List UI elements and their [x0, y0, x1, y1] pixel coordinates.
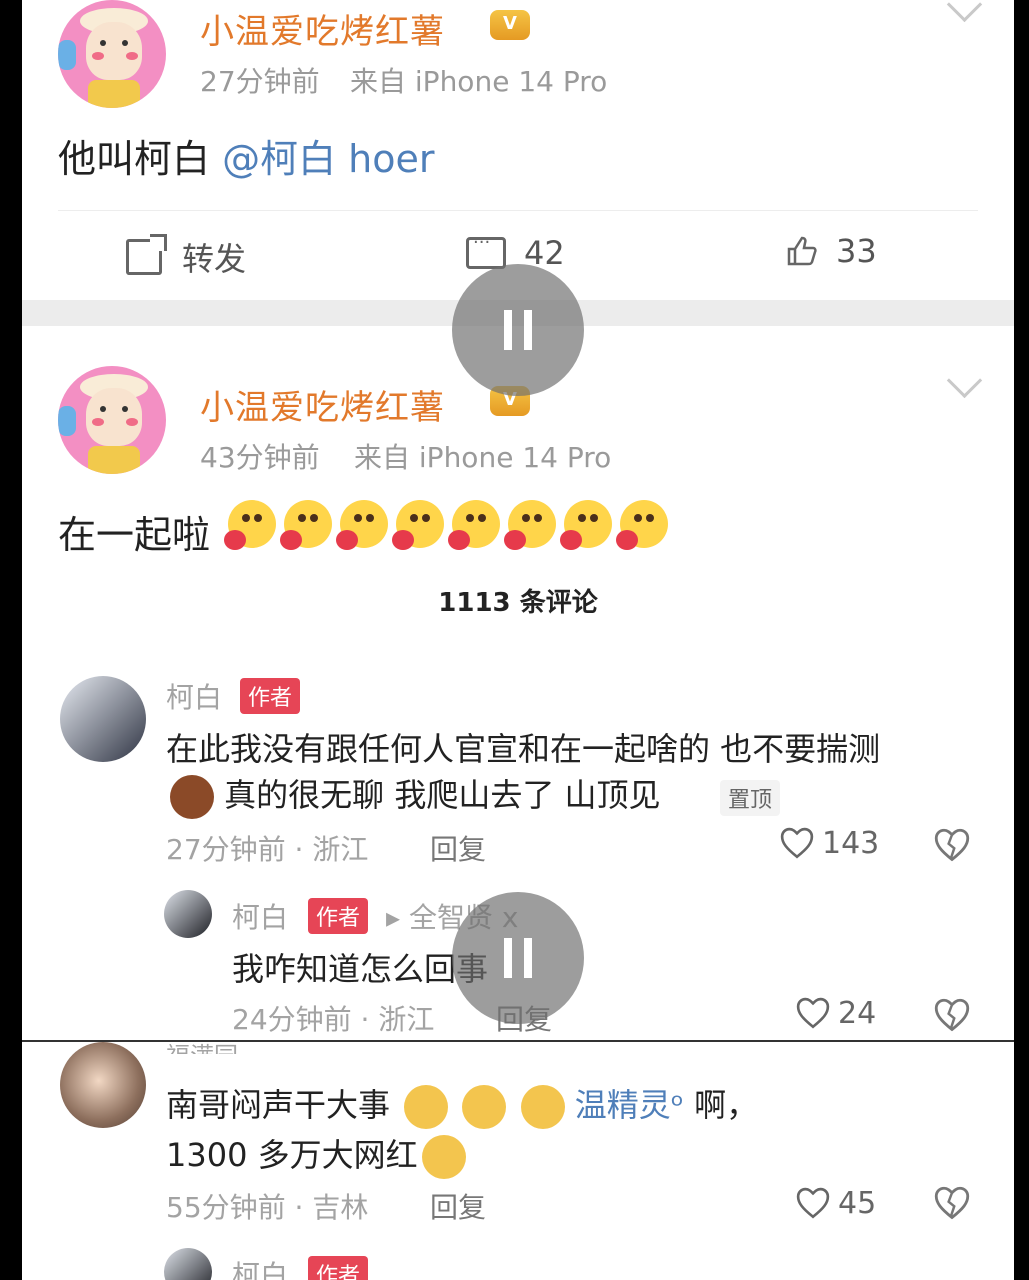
comment-count-header: 1113 条评论: [438, 588, 598, 618]
commenter-avatar[interactable]: [60, 1042, 146, 1128]
vip-crown-icon: [490, 10, 530, 40]
comment-icon: [466, 232, 506, 269]
heart-icon: [780, 827, 814, 858]
dislike-icon[interactable]: [934, 828, 970, 864]
comment-like-button[interactable]: 143: [780, 826, 879, 861]
pause-button[interactable]: [452, 892, 584, 1024]
heart-icon: [796, 997, 830, 1028]
commenter-avatar[interactable]: [60, 676, 146, 762]
divider: [58, 210, 978, 211]
post-time: 27分钟前: [200, 65, 320, 98]
reply-text: 我咋知道怎么回事: [232, 950, 489, 988]
author-badge: 作者: [308, 1256, 369, 1280]
laughing-emoji: [421, 1135, 466, 1179]
author-badge: 作者: [240, 678, 301, 714]
comment-time: 27分钟前 · 浙江: [166, 833, 369, 866]
emoji-row: [224, 500, 668, 550]
pinned-tag: 置顶: [720, 780, 781, 816]
emoji-icon: [170, 775, 214, 819]
post-time: 43分钟前: [200, 441, 320, 474]
dislike-icon[interactable]: [934, 998, 970, 1034]
comment-text-line2: 真的很无聊 我爬山去了 山顶见: [166, 770, 661, 819]
weibo-screen: 小温爱吃烤红薯 27分钟前 来自 iPhone 14 Pro 他叫柯白 @柯白 …: [22, 0, 1014, 1280]
kiss-face-emoji: [224, 500, 276, 550]
kiss-face-emoji: [336, 500, 388, 550]
kiss-face-emoji: [616, 500, 668, 550]
commenter-name[interactable]: 福满园: [166, 1036, 238, 1054]
post-source: 来自 iPhone 14 Pro: [354, 441, 612, 474]
post-username[interactable]: 小温爱吃烤红薯: [200, 380, 445, 429]
reply-avatar[interactable]: [164, 1248, 212, 1280]
kiss-face-emoji: [392, 500, 444, 550]
mention-link[interactable]: @柯白 hoer: [222, 137, 434, 181]
reply-button[interactable]: 回复: [430, 828, 486, 868]
kiss-face-emoji: [560, 500, 612, 550]
chevron-down-icon[interactable]: [946, 0, 983, 23]
reply-name[interactable]: 柯白: [232, 1254, 288, 1280]
user-avatar[interactable]: [58, 0, 166, 108]
share-icon: [126, 234, 167, 275]
kiss-face-emoji: [448, 500, 500, 550]
user-avatar[interactable]: [58, 366, 166, 474]
reply-name[interactable]: 柯白: [232, 896, 288, 936]
post-username[interactable]: 小温爱吃烤红薯: [200, 4, 445, 53]
reply-avatar[interactable]: [164, 890, 212, 938]
search-icon: ᵒ: [670, 1086, 684, 1124]
commenter-name[interactable]: 柯白: [166, 676, 222, 716]
comment-time: 55分钟前 · 吉林: [166, 1191, 369, 1224]
post-text: 他叫柯白 @柯白 hoer: [58, 137, 435, 181]
share-button[interactable]: 转发: [126, 234, 246, 280]
author-badge: 作者: [308, 898, 369, 934]
reply-time: 24分钟前 · 浙江: [232, 1003, 435, 1036]
pause-button[interactable]: [452, 264, 584, 396]
comment-text: 在此我没有跟任何人官宣和在一起啥的 也不要揣测: [166, 730, 881, 768]
reply-button[interactable]: 回复: [430, 1186, 486, 1226]
heart-icon: [796, 1187, 830, 1218]
crying-emoji: [520, 1085, 565, 1129]
post-text: 在一起啦: [58, 513, 211, 557]
crying-emoji: [462, 1085, 507, 1129]
topic-link[interactable]: 温精灵: [575, 1086, 671, 1124]
comment-text-line2: 1300 多万大网红: [166, 1130, 466, 1179]
comment-text: 南哥闷声干大事 温精灵ᵒ 啊，: [166, 1080, 758, 1129]
chevron-down-icon[interactable]: [946, 362, 983, 399]
crying-emoji: [404, 1085, 449, 1129]
kiss-face-emoji: [280, 500, 332, 550]
like-button[interactable]: 33: [786, 232, 877, 270]
comment-like-button[interactable]: 24: [796, 996, 876, 1031]
kiss-face-emoji: [504, 500, 556, 550]
post-source: 来自 iPhone 14 Pro: [350, 65, 608, 98]
comment-like-button[interactable]: 45: [796, 1186, 876, 1221]
dislike-icon[interactable]: [934, 1186, 970, 1222]
thumbs-up-icon: [787, 236, 817, 266]
